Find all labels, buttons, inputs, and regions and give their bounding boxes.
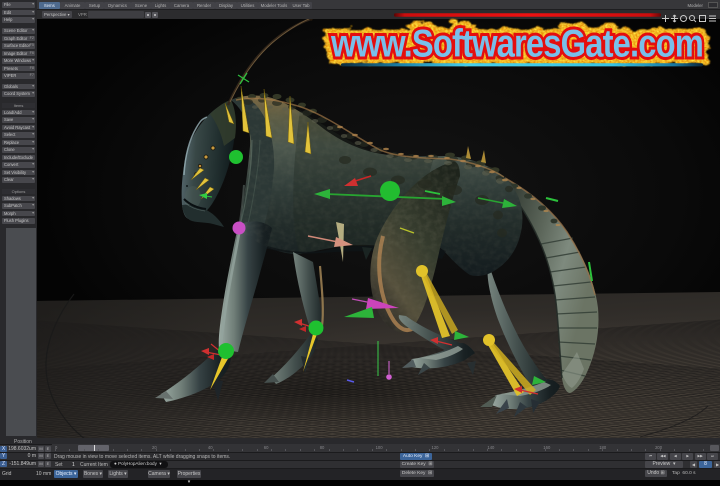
svg-text:www.SoftwaresGate.com: www.SoftwaresGate.com (330, 23, 703, 66)
